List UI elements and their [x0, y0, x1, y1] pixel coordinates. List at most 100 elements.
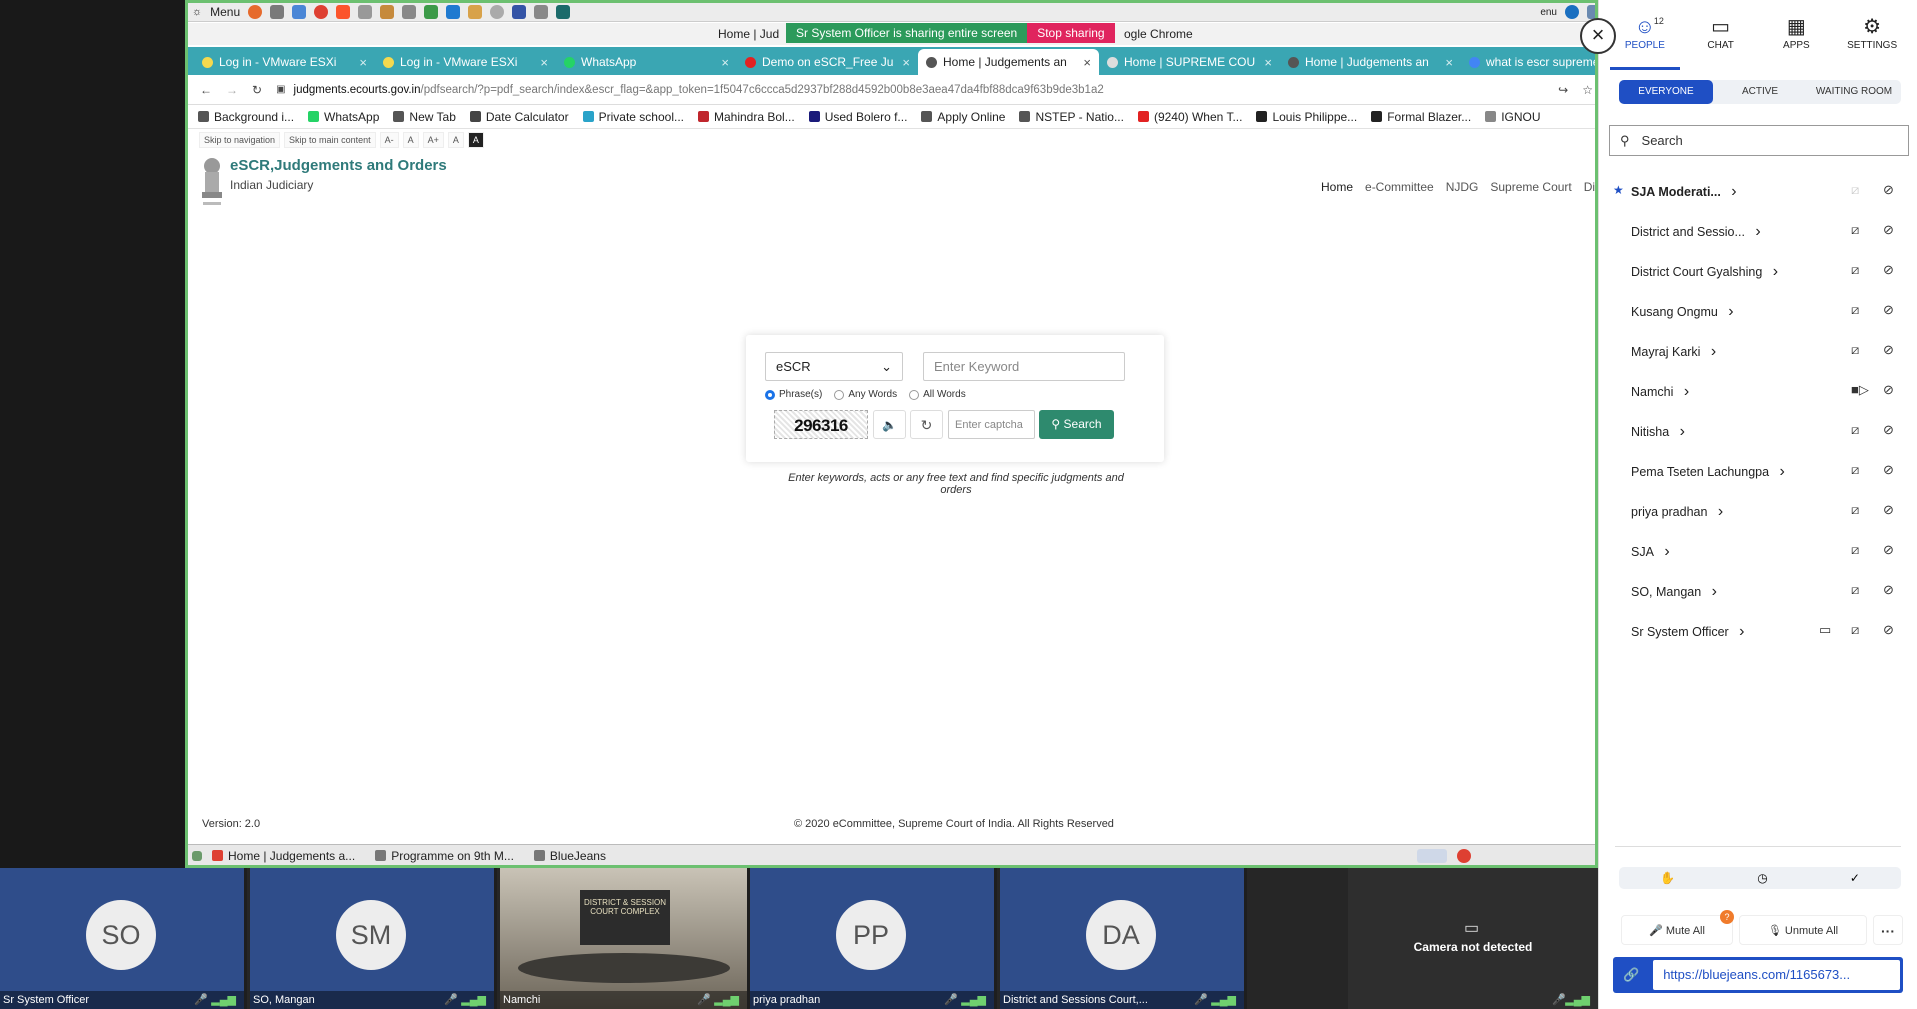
browser-tab[interactable]: Log in - VMware ESXi × [194, 49, 375, 75]
nav-link[interactable]: Supreme Court [1490, 180, 1571, 194]
share-icon[interactable]: ↪ [1558, 83, 1568, 97]
mic-off-icon[interactable]: ⊘ [1883, 422, 1894, 438]
video-on-icon[interactable]: ■▷ [1851, 382, 1869, 398]
accessibility-link[interactable]: A [467, 132, 484, 148]
accessibility-link[interactable]: A+ [422, 132, 444, 148]
mic-off-icon[interactable]: ⊘ [1883, 582, 1894, 598]
chevron-right-icon[interactable]: › [1706, 343, 1716, 360]
browser-tab[interactable]: WhatsApp × [556, 49, 737, 75]
window-list-item[interactable]: Home | Judgements a... [212, 849, 363, 863]
bookmark-item[interactable]: Louis Philippe... [1256, 110, 1357, 124]
mic-off-icon[interactable]: ⊘ [1883, 462, 1894, 478]
video-off-icon[interactable]: ⧄ [1851, 542, 1859, 558]
bookmark-item[interactable]: Used Bolero f... [808, 110, 907, 124]
app-icon[interactable] [402, 5, 417, 19]
firefox-icon[interactable] [248, 5, 263, 19]
participant-name[interactable]: SO, Mangan › [1631, 583, 1717, 601]
captcha-refresh-button[interactable]: ↻ [910, 410, 943, 439]
close-icon[interactable]: × [1083, 55, 1091, 70]
accessibility-link[interactable]: A- [379, 132, 399, 148]
filter-waiting-room[interactable]: WAITING ROOM [1807, 80, 1901, 104]
star-icon[interactable]: ☆ [1582, 83, 1593, 97]
raise-hand-icon[interactable]: ✋ [1660, 871, 1675, 885]
close-icon[interactable]: × [1445, 55, 1453, 70]
participant-row[interactable]: Pema Tseten Lachungpa › ⧄ ⊘ [1599, 450, 1917, 490]
close-icon[interactable]: × [540, 55, 548, 70]
captcha-audio-button[interactable]: 🔈 [873, 410, 906, 439]
accessibility-link[interactable]: A [447, 132, 464, 148]
video-off-icon[interactable]: ⧄ [1851, 342, 1859, 358]
close-icon[interactable]: × [902, 55, 910, 70]
chrome-icon[interactable] [1457, 848, 1471, 863]
participant-name[interactable]: Kusang Ongmu › [1631, 303, 1734, 321]
browser-tab[interactable]: Home | Judgements an × [918, 49, 1099, 75]
browser-tab[interactable]: Home | SUPREME COU × [1099, 49, 1280, 75]
video-off-icon[interactable]: ⧄ [1851, 462, 1859, 478]
video-off-icon[interactable]: ⧄ [1851, 422, 1859, 438]
tab-apps[interactable]: ▦ APPS [1761, 14, 1831, 66]
mic-off-icon[interactable]: ⊘ [1883, 262, 1894, 278]
mute-all-button[interactable]: 🎤 Mute All ? [1621, 910, 1734, 945]
chevron-right-icon[interactable]: › [1724, 303, 1733, 320]
meeting-link-box[interactable]: 🔗 https://bluejeans.com/1165673... [1613, 957, 1903, 993]
source-select[interactable]: eSCR ⌄ [765, 352, 903, 381]
nav-link[interactable]: Home [1321, 180, 1353, 194]
back-icon[interactable]: ← [200, 83, 212, 97]
mic-off-icon[interactable]: ⊘ [1883, 302, 1894, 318]
radio-button[interactable] [909, 389, 920, 400]
participant-name[interactable]: Sr System Officer › [1631, 623, 1745, 641]
chrome-icon[interactable] [314, 5, 329, 19]
terminal-icon[interactable] [556, 5, 571, 19]
search-button[interactable]: ⚲ Search [1039, 410, 1114, 439]
mic-off-icon[interactable]: ⊘ [1883, 382, 1894, 398]
reload-icon[interactable]: ↻ [252, 83, 262, 97]
app-icon[interactable] [490, 5, 505, 19]
filter-everyone[interactable]: EVERYONE [1619, 80, 1713, 104]
app-icon[interactable] [358, 5, 373, 19]
participant-row[interactable]: ★ SJA Moderati... › ⧄ ⊘ [1599, 170, 1917, 210]
browser-tab[interactable]: what is escr supreme× [1461, 49, 1595, 75]
mic-off-icon[interactable]: ⊘ [1883, 622, 1894, 638]
nav-link[interactable]: NJDG [1446, 180, 1479, 194]
video-off-icon[interactable]: ⧄ [1851, 502, 1859, 518]
close-icon[interactable]: × [721, 55, 729, 70]
participant-row[interactable]: Namchi › ■▷ ⊘ [1599, 370, 1917, 410]
screenshot-icon[interactable] [512, 5, 527, 19]
accessibility-link[interactable]: Skip to main content [284, 132, 376, 148]
bookmark-item[interactable]: IGNOU [1485, 110, 1541, 124]
vscode-icon[interactable] [446, 5, 461, 19]
tab-people[interactable]: ☺ PEOPLE 12 [1609, 14, 1680, 70]
bookmark-item[interactable]: NSTEP - Natio... [1019, 110, 1124, 124]
match-option[interactable]: Phrase(s) [765, 389, 822, 400]
participant-row[interactable]: SJA › ⧄ ⊘ [1599, 530, 1917, 570]
close-icon[interactable]: × [1264, 55, 1272, 70]
video-off-icon[interactable]: ⧄ [1851, 222, 1859, 238]
mic-off-icon[interactable]: ⊘ [1883, 542, 1894, 558]
participant-name[interactable]: Namchi › [1631, 383, 1689, 401]
chevron-right-icon[interactable]: › [1713, 503, 1723, 520]
chevron-right-icon[interactable]: › [1707, 583, 1717, 600]
participant-name[interactable]: District and Sessio... › [1631, 223, 1761, 241]
browser-tab[interactable]: Home | Judgements an × [1280, 49, 1461, 75]
meeting-link[interactable]: https://bluejeans.com/1165673... [1653, 960, 1900, 990]
brave-icon[interactable] [336, 5, 351, 19]
nav-link[interactable]: Distri [1584, 180, 1595, 194]
participant-row[interactable]: SO, Mangan › ⧄ ⊘ [1599, 570, 1917, 610]
keyword-input[interactable]: Enter Keyword [923, 352, 1125, 381]
close-panel-button[interactable]: × [1580, 18, 1616, 54]
video-off-icon[interactable]: ⧄ [1851, 622, 1859, 638]
participant-row[interactable]: District Court Gyalshing › ⧄ ⊘ [1599, 250, 1917, 290]
workspace-icon[interactable] [1417, 848, 1447, 863]
bookmark-item[interactable]: New Tab [393, 110, 456, 124]
search-app-icon[interactable] [270, 5, 285, 19]
participant-name[interactable]: SJA › [1631, 543, 1670, 561]
hp-icon[interactable] [1565, 5, 1579, 19]
bookmark-item[interactable]: Apply Online [921, 110, 1005, 124]
bookmark-item[interactable]: Background i... [198, 110, 294, 124]
app-icon[interactable] [534, 5, 549, 19]
chevron-right-icon[interactable]: › [1735, 623, 1744, 640]
site-title[interactable]: eSCR,Judgements and Orders [230, 157, 447, 174]
mic-off-icon[interactable]: ⊘ [1883, 182, 1894, 198]
bookmark-item[interactable]: WhatsApp [308, 110, 379, 124]
video-off-icon[interactable]: ⧄ [1851, 262, 1859, 278]
